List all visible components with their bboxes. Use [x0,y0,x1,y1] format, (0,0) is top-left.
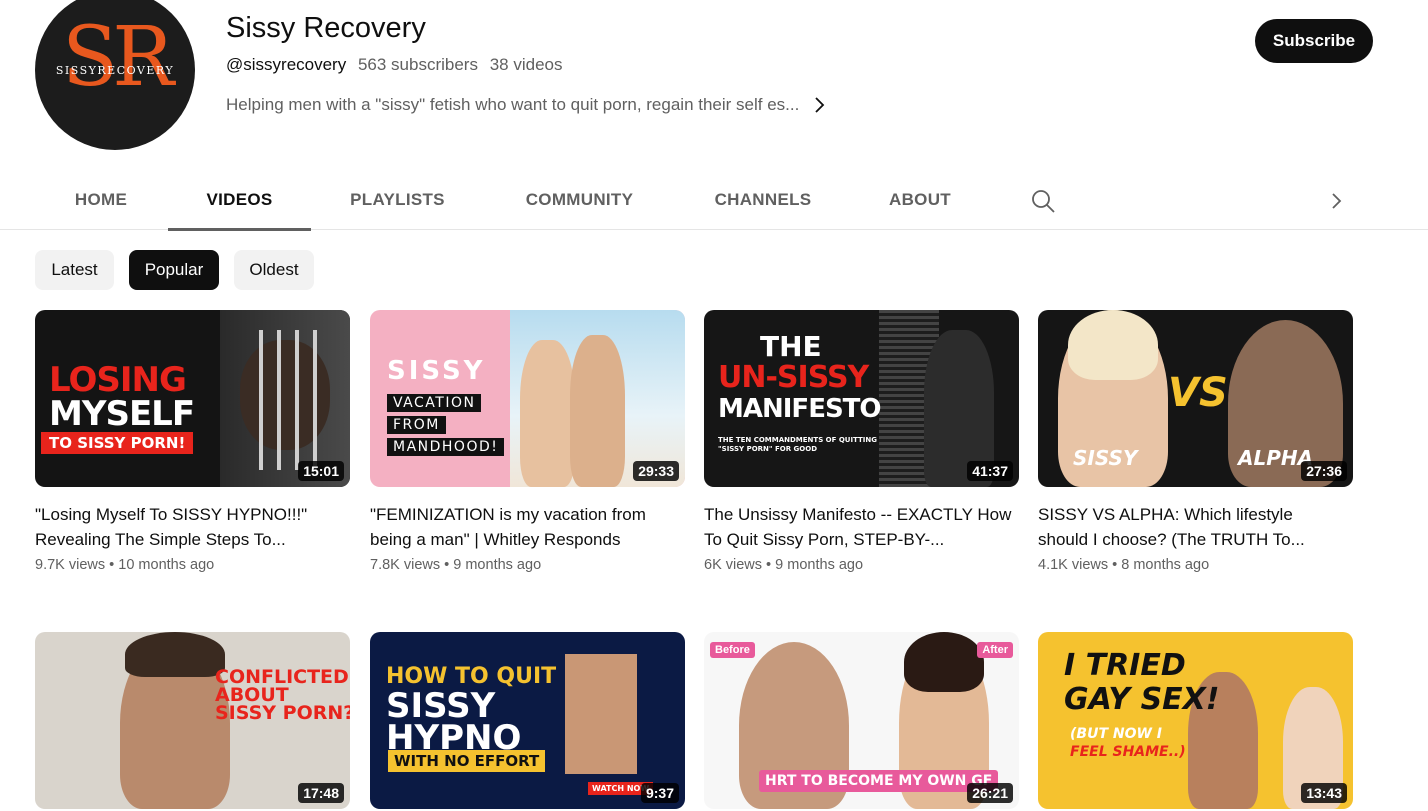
thumb-badge: After [977,642,1013,658]
tab-channels[interactable]: CHANNELS [698,170,828,230]
tab-home[interactable]: HOME [60,170,142,230]
thumb-text: VACATION [387,394,482,412]
video-age: 9 months ago [775,557,864,573]
video-views: 6K views [704,557,763,573]
thumb-text: "SISSY PORN" FOR GOOD [718,445,817,453]
video-duration: 27:36 [1301,461,1347,481]
video-meta: 7.8K views • 9 months ago [370,557,542,573]
channel-header: SR SISSYRECOVERY Sissy Recovery @sissyre… [0,0,1428,160]
video-duration: 9:37 [640,783,679,803]
channel-avatar[interactable]: SR SISSYRECOVERY [35,0,195,150]
video-card[interactable]: CONFLICTED ABOUT SISSY PORN?! 17:48 [35,632,350,809]
thumb-text: MYSELF [49,394,195,434]
video-views: 9.7K views [35,557,106,573]
thumb-text: THE [760,330,822,363]
thumb-text: TO SISSY PORN! [41,432,194,454]
video-card[interactable]: THE UN-SISSY MANIFESTO THE TEN COMMANDME… [704,310,1019,573]
channel-handle: @sissyrecovery [226,55,347,74]
thumb-text: I TRIED [1064,648,1186,683]
video-views: 7.8K views [370,557,441,573]
video-thumbnail[interactable]: I TRIED GAY SEX! (BUT NOW I FEEL SHAME..… [1038,632,1353,809]
thumb-text: SISSY [1073,446,1138,470]
filter-chip-latest[interactable]: Latest [35,250,114,290]
video-title[interactable]: "Losing Myself To SISSY HYPNO!!!" Reveal… [35,502,350,552]
thumb-text: SISSY [387,356,486,386]
tab-videos[interactable]: VIDEOS [168,170,311,231]
video-thumbnail[interactable]: HOW TO QUIT SISSY HYPNO WITH NO EFFORT W… [370,632,685,809]
tab-about[interactable]: ABOUT [875,170,965,230]
video-thumbnail[interactable]: Before After HRT TO BECOME MY OWN GF 26:… [704,632,1019,809]
avatar-monogram: SR [62,10,174,105]
video-title[interactable]: The Unsissy Manifesto -- EXACTLY How To … [704,502,1019,552]
video-duration: 41:37 [967,461,1013,481]
chevron-right-icon[interactable] [1328,190,1346,212]
video-card[interactable]: HOW TO QUIT SISSY HYPNO WITH NO EFFORT W… [370,632,685,809]
video-duration: 15:01 [298,461,344,481]
thumb-badge: Before [710,642,755,658]
subscribe-button[interactable]: Subscribe [1255,19,1373,63]
video-card[interactable]: VS SISSY ALPHA 27:36 SISSY VS ALPHA: Whi… [1038,310,1353,573]
thumb-text: THE TEN COMMANDMENTS OF QUITTING [718,436,877,444]
thumb-text: (BUT NOW I [1070,726,1163,742]
thumb-text: MANDHOOD! [387,438,505,456]
video-title[interactable]: SISSY VS ALPHA: Which lifestyle should I… [1038,502,1353,552]
description-text: Helping men with a "sissy" fetish who wa… [226,95,800,114]
video-title[interactable]: "FEMINIZATION is my vacation from being … [370,502,685,552]
video-thumbnail[interactable]: LOSING MYSELF TO SISSY PORN! 15:01 [35,310,350,487]
video-thumbnail[interactable]: SISSY VACATION FROM MANDHOOD! 29:33 [370,310,685,487]
video-meta: 9.7K views • 10 months ago [35,557,215,573]
thumb-text: HRT TO BECOME MY OWN GF [759,770,999,792]
video-duration: 17:48 [298,783,344,803]
filter-chip-oldest[interactable]: Oldest [234,250,314,290]
video-card[interactable]: I TRIED GAY SEX! (BUT NOW I FEEL SHAME..… [1038,632,1353,809]
channel-name: Sissy Recovery [226,12,426,44]
thumb-text: WITH NO EFFORT [388,750,546,772]
video-age: 9 months ago [453,557,542,573]
channel-tabs: HOME VIDEOS PLAYLISTS COMMUNITY CHANNELS… [0,170,1428,231]
thumb-text: SISSY PORN?! [215,702,350,724]
channel-description[interactable]: Helping men with a "sissy" fetish who wa… [226,95,827,115]
channel-meta: @sissyrecovery 563 subscribers 38 videos [226,55,563,75]
video-card[interactable]: Before After HRT TO BECOME MY OWN GF 26:… [704,632,1019,809]
video-duration: 29:33 [633,461,679,481]
video-card[interactable]: SISSY VACATION FROM MANDHOOD! 29:33 "FEM… [370,310,685,573]
video-card[interactable]: LOSING MYSELF TO SISSY PORN! 15:01 "Losi… [35,310,350,573]
thumb-text: UN-SISSY [718,360,869,395]
video-meta: 4.1K views • 8 months ago [1038,557,1210,573]
thumb-text: GAY SEX! [1064,682,1220,717]
thumb-text: VS [1168,370,1228,416]
subscriber-count: 563 subscribers [357,55,478,74]
video-count: 38 videos [489,55,563,74]
video-age: 8 months ago [1121,557,1210,573]
thumb-text: FROM [387,416,446,434]
video-duration: 26:21 [967,783,1013,803]
video-age: 10 months ago [118,557,215,573]
filter-chip-popular[interactable]: Popular [129,250,219,290]
thumb-text: FEEL SHAME..) [1070,744,1186,760]
tab-playlists[interactable]: PLAYLISTS [335,170,460,230]
video-thumbnail[interactable]: CONFLICTED ABOUT SISSY PORN?! 17:48 [35,632,350,809]
thumb-text: MANIFESTO [718,394,882,424]
chevron-right-icon[interactable] [813,95,827,115]
video-views: 4.1K views [1038,557,1109,573]
video-meta: 6K views • 9 months ago [704,557,864,573]
avatar-subtext: SISSYRECOVERY [55,64,175,77]
video-thumbnail[interactable]: THE UN-SISSY MANIFESTO THE TEN COMMANDME… [704,310,1019,487]
video-thumbnail[interactable]: VS SISSY ALPHA 27:36 [1038,310,1353,487]
video-duration: 13:43 [1301,783,1347,803]
tab-community[interactable]: COMMUNITY [507,170,652,230]
search-icon[interactable] [1030,188,1056,214]
